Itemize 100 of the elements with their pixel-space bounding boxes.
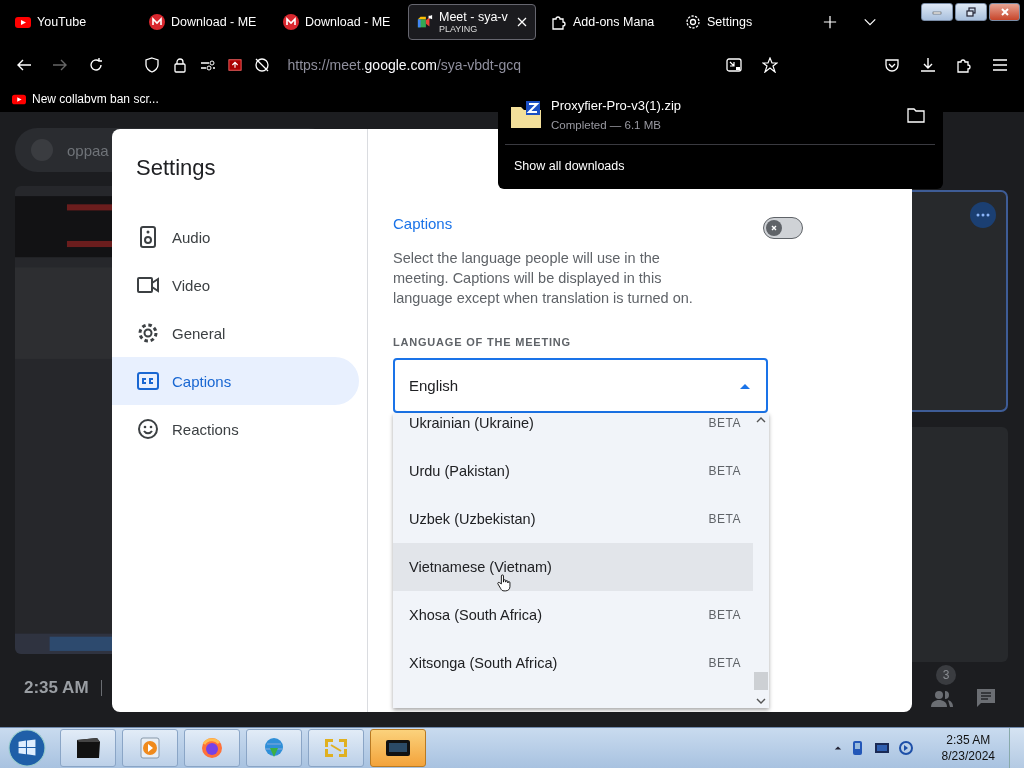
puzzle-icon[interactable] — [956, 57, 972, 73]
play-icon — [15, 14, 31, 30]
start-button[interactable] — [8, 729, 46, 767]
star-icon[interactable] — [762, 57, 778, 73]
lock-icon[interactable] — [171, 57, 188, 73]
tab-subtitle: PLAYING — [439, 24, 479, 34]
folder-icon[interactable] — [907, 106, 925, 123]
description: Select the language people will use in the meeting. Captions will be displayed in this language except when translation is turned on. — [393, 249, 694, 308]
menu-icon[interactable] — [992, 57, 1008, 73]
arrows-icon — [322, 736, 350, 760]
tab-title: Settings — [707, 15, 754, 29]
option-label: Xhosa (South Africa) — [409, 607, 542, 623]
close-button[interactable] — [989, 3, 1020, 21]
tab-title: YouTube — [37, 15, 88, 29]
picture-in-picture-icon[interactable] — [726, 57, 742, 73]
settings-nav-item[interactable]: Captions — [112, 357, 359, 405]
show-all-downloads-link[interactable]: Show all downloads — [510, 145, 935, 173]
hand-cursor-icon — [497, 573, 511, 593]
sliders-icon[interactable] — [199, 57, 216, 73]
option-label: Ukrainian (Ukraine) — [409, 415, 534, 431]
forward-icon[interactable] — [52, 57, 68, 73]
beta-label: BETA — [708, 608, 741, 622]
settings-nav-item[interactable]: Video — [112, 261, 359, 309]
download-status: Completed — 6.1 MB — [551, 119, 662, 131]
option-label: Uzbek (Uzbekistan) — [409, 511, 536, 527]
pocket-icon[interactable] — [884, 57, 900, 73]
scroll-thumb[interactable] — [754, 672, 768, 690]
puzzle-icon — [551, 14, 567, 30]
people-icon — [930, 690, 954, 708]
taskbar-app[interactable] — [370, 729, 426, 767]
language-option[interactable]: Xhosa (South Africa) BETA — [393, 591, 753, 639]
settings-icon — [136, 321, 160, 345]
minimize-button[interactable] — [921, 3, 953, 21]
download-icon[interactable] — [920, 57, 936, 73]
search-text: oppaa — [67, 141, 109, 159]
m-logo-icon — [149, 14, 165, 30]
browser-tab[interactable]: YouTube — [6, 4, 134, 40]
taskbar-app[interactable] — [60, 729, 116, 767]
screen-share-icon[interactable] — [227, 58, 242, 72]
option-label: Vietnamese (Vietnam) — [409, 559, 552, 575]
language-option[interactable]: Urdu (Pakistan) BETA — [393, 447, 753, 495]
reload-icon[interactable] — [88, 57, 104, 73]
x-icon — [769, 223, 779, 233]
more-options-button[interactable] — [970, 202, 996, 228]
scroll-up-icon[interactable] — [756, 417, 766, 423]
beta-label: BETA — [708, 464, 741, 478]
monitor-icon — [74, 736, 102, 760]
bookmark[interactable]: New collabvm ban scr... — [12, 92, 159, 106]
camera-speaker-icon — [417, 14, 433, 30]
language-option[interactable]: Vietnamese (Vietnam) — [393, 543, 753, 591]
tab-title: Download - ME — [305, 15, 392, 29]
back-icon[interactable] — [16, 57, 32, 73]
settings-nav-item[interactable]: General — [112, 309, 359, 357]
tab-title: Download - ME — [171, 15, 258, 29]
browser-tab[interactable]: Add-ons Mana — [542, 4, 670, 40]
m-logo-icon — [283, 14, 299, 30]
settings-nav-item[interactable]: Audio — [112, 213, 359, 261]
language-select[interactable]: English — [393, 358, 768, 413]
section-title: Captions — [393, 215, 453, 232]
restore-button[interactable] — [955, 3, 987, 21]
show-hidden-icons-icon[interactable] — [833, 745, 842, 751]
browser-tab[interactable]: Download - ME — [140, 4, 268, 40]
language-option[interactable]: Uzbek (Uzbekistan) BETA — [393, 495, 753, 543]
speaker-wave-icon[interactable] — [897, 740, 914, 756]
field-label: LANGUAGE OF THE MEETING — [393, 336, 572, 348]
settings-nav-item[interactable]: Reactions — [112, 405, 359, 453]
plus-icon[interactable] — [823, 15, 837, 29]
tab-title: Add-ons Mana — [573, 15, 656, 29]
more-icon — [976, 213, 990, 217]
shield-icon[interactable] — [143, 57, 160, 73]
taskbar-clock[interactable]: 2:35 AM 8/23/2024 — [941, 732, 995, 764]
browser-tab[interactable]: Settings — [676, 4, 804, 40]
closed-captions-icon — [136, 369, 160, 393]
restore-icon — [965, 7, 977, 17]
scroll-down-icon[interactable] — [756, 698, 766, 704]
close-icon[interactable] — [517, 17, 527, 27]
camera-off-icon[interactable] — [253, 57, 270, 73]
beta-label: BETA — [708, 416, 741, 430]
participant-count: 3 — [936, 665, 956, 685]
caret-icon — [740, 382, 750, 389]
captions-toggle[interactable] — [763, 217, 803, 239]
beta-label: BETA — [708, 512, 741, 526]
beta-label: BETA — [708, 656, 741, 670]
language-option[interactable]: Ukrainian (Ukraine) BETA — [393, 413, 753, 447]
option-label: Xitsonga (South Africa) — [409, 655, 558, 671]
tab-title: Meet - sya-v — [439, 10, 509, 24]
browser-tab[interactable]: Meet - sya-v PLAYING — [408, 4, 536, 40]
zip-file-icon[interactable] — [510, 100, 542, 129]
file-name: Proxyfier-Pro-v3(1).zip — [551, 98, 683, 113]
dialog-title: Settings — [135, 155, 217, 181]
close-icon — [998, 7, 1011, 17]
chat-icon[interactable] — [976, 688, 996, 708]
meeting-time: 2:35 AM — [24, 678, 89, 698]
monitor-icon[interactable] — [873, 740, 890, 756]
settings-icon — [685, 14, 701, 30]
option-label: Urdu (Pakistan) — [409, 463, 510, 479]
url-text[interactable]: https://meet.google.com/sya-vbdt-gcq — [287, 57, 521, 73]
smiley-icon — [136, 417, 160, 441]
language-option[interactable]: Xitsonga (South Africa) BETA — [393, 639, 753, 687]
browser-tab[interactable]: Download - ME — [274, 4, 402, 40]
